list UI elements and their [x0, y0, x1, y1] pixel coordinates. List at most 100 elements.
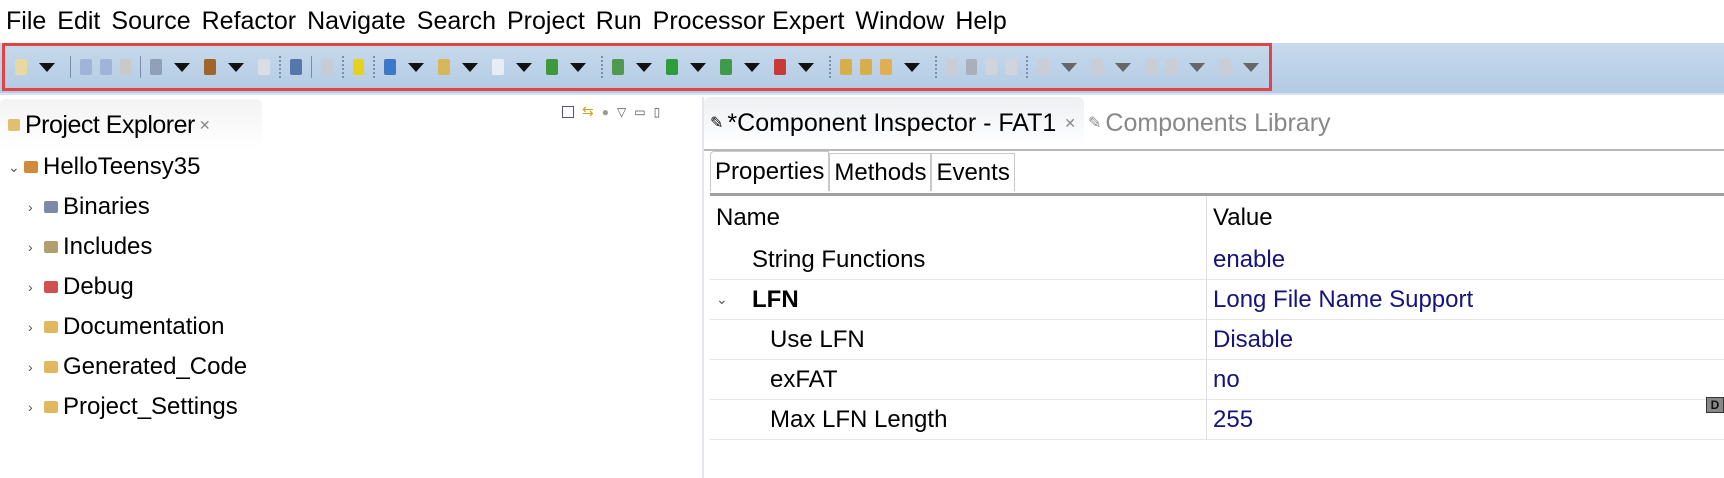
- tree-item[interactable]: › Generated_Code: [28, 347, 247, 387]
- table-row[interactable]: ⌄ LFN Long File Name Support: [710, 280, 1724, 320]
- subtab-properties[interactable]: Properties: [710, 151, 830, 191]
- property-value[interactable]: 255: [1207, 400, 1724, 439]
- tree-item-label: Debug: [63, 273, 134, 300]
- edit-disabled-icon[interactable]: [945, 59, 958, 75]
- tree-item[interactable]: ⌄ HelloTeensy35: [8, 147, 200, 187]
- tree-item[interactable]: › Documentation: [28, 307, 224, 347]
- menu-source[interactable]: Source: [111, 7, 190, 36]
- minimize-icon[interactable]: ▭: [634, 105, 645, 119]
- tree-item[interactable]: › Includes: [28, 227, 152, 267]
- property-value[interactable]: enable: [1207, 240, 1724, 279]
- chevron-down-icon[interactable]: ⌄: [8, 159, 24, 176]
- dropdown-arrow-icon[interactable]: [570, 62, 587, 72]
- link-editor-icon[interactable]: ⇆: [582, 103, 594, 120]
- menu-run[interactable]: Run: [596, 7, 642, 36]
- new-c-project-icon[interactable]: [384, 59, 397, 75]
- column-header-name[interactable]: Name: [710, 196, 1207, 240]
- chevron-right-icon[interactable]: ›: [28, 279, 44, 295]
- dropdown-arrow-icon[interactable]: [516, 62, 533, 72]
- dropdown-arrow-icon[interactable]: [462, 62, 479, 72]
- property-value[interactable]: Disable: [1207, 320, 1724, 359]
- dropdown-arrow-icon[interactable]: [1242, 62, 1259, 72]
- menu-navigate[interactable]: Navigate: [307, 7, 406, 36]
- subtab-events[interactable]: Events: [931, 153, 1015, 191]
- prev-annotation-icon[interactable]: [1091, 59, 1104, 75]
- dropdown-arrow-icon[interactable]: [174, 62, 191, 72]
- table-row[interactable]: exFAT no: [710, 360, 1724, 400]
- dropdown-arrow-icon[interactable]: [636, 62, 653, 72]
- dropdown-arrow-icon[interactable]: [1188, 62, 1205, 72]
- dropdown-arrow-icon[interactable]: [1061, 62, 1078, 72]
- open-folder-icon[interactable]: [859, 59, 872, 75]
- run-icon[interactable]: [666, 59, 678, 75]
- chevron-right-icon[interactable]: ›: [28, 319, 44, 335]
- tab-component-inspector[interactable]: ✎ *Component Inspector - FAT1 ✕: [704, 97, 1084, 149]
- menu-search[interactable]: Search: [417, 7, 496, 36]
- search-icon[interactable]: [879, 59, 892, 75]
- next-annotation-icon[interactable]: [1037, 59, 1050, 75]
- chevron-right-icon[interactable]: ›: [28, 359, 44, 375]
- open-type-icon[interactable]: [839, 59, 852, 75]
- mark-occurrences-icon[interactable]: [965, 59, 978, 75]
- table-row[interactable]: Use LFN Disable: [710, 320, 1724, 360]
- dropdown-arrow-icon[interactable]: [408, 62, 425, 72]
- table-row[interactable]: String Functions enable: [710, 240, 1724, 280]
- maximize-icon[interactable]: ▯: [654, 105, 661, 119]
- run-config-icon[interactable]: [720, 59, 732, 75]
- print-icon[interactable]: [119, 59, 132, 75]
- dropdown-arrow-icon[interactable]: [228, 62, 245, 72]
- tab-project-explorer[interactable]: Project Explorer ✕: [0, 99, 262, 151]
- external-tools-icon[interactable]: [773, 59, 786, 75]
- tree-item[interactable]: › Binaries: [28, 187, 150, 227]
- dropdown-arrow-icon[interactable]: [1115, 62, 1132, 72]
- debug-icon[interactable]: [612, 59, 625, 75]
- last-edit-icon[interactable]: [1145, 59, 1158, 75]
- step-icon[interactable]: [320, 59, 333, 75]
- menu-refactor[interactable]: Refactor: [202, 7, 296, 36]
- view-menu-icon[interactable]: ▽: [617, 105, 626, 119]
- property-value[interactable]: no: [1207, 360, 1724, 399]
- show-whitespace-icon[interactable]: [1005, 59, 1018, 75]
- menu-window[interactable]: Window: [855, 7, 944, 36]
- menu-processor-expert[interactable]: Processor Expert: [653, 7, 845, 36]
- build-config-icon[interactable]: [150, 59, 163, 75]
- chevron-right-icon[interactable]: ›: [28, 239, 44, 255]
- collapse-all-icon[interactable]: [562, 105, 574, 118]
- tree-item-label: Project_Settings: [63, 393, 238, 420]
- chevron-right-icon[interactable]: ›: [28, 399, 44, 415]
- new-class-icon[interactable]: [546, 59, 559, 75]
- chevron-down-icon[interactable]: ⌄: [716, 291, 732, 308]
- save-all-icon[interactable]: [99, 59, 112, 75]
- new-c-file-icon[interactable]: [492, 59, 505, 75]
- dropdown-arrow-icon[interactable]: [38, 62, 55, 72]
- menu-file[interactable]: File: [6, 7, 46, 36]
- hammer-build-icon[interactable]: [204, 59, 217, 75]
- menu-project[interactable]: Project: [507, 7, 585, 36]
- block-selection-icon[interactable]: [985, 59, 998, 75]
- tree-item[interactable]: › Debug: [28, 267, 134, 307]
- close-icon[interactable]: ✕: [1064, 115, 1076, 132]
- close-icon[interactable]: ✕: [199, 117, 211, 134]
- dropdown-arrow-icon[interactable]: [903, 62, 920, 72]
- skip-breakpoints-icon[interactable]: [289, 59, 302, 75]
- menu-edit[interactable]: Edit: [57, 7, 100, 36]
- new-icon[interactable]: [15, 59, 27, 75]
- binary-icon[interactable]: [258, 59, 270, 75]
- tree-item[interactable]: › Project_Settings: [28, 387, 238, 427]
- filter-icon[interactable]: ●: [602, 105, 609, 119]
- dropdown-arrow-icon[interactable]: [797, 62, 814, 72]
- forward-icon[interactable]: [1218, 59, 1231, 75]
- save-icon[interactable]: [79, 59, 92, 75]
- column-header-value[interactable]: Value: [1207, 196, 1724, 240]
- dropdown-arrow-icon[interactable]: [743, 62, 760, 72]
- chevron-right-icon[interactable]: ›: [28, 199, 44, 215]
- menu-help[interactable]: Help: [955, 7, 1006, 36]
- back-icon[interactable]: [1165, 59, 1177, 75]
- flash-icon[interactable]: [352, 59, 365, 75]
- new-folder-icon[interactable]: [438, 59, 451, 75]
- tab-components-library[interactable]: ✎ Components Library: [1088, 109, 1331, 138]
- subtab-methods[interactable]: Methods: [829, 153, 932, 191]
- table-row[interactable]: Max LFN Length 255: [710, 400, 1724, 440]
- property-value[interactable]: Long File Name Support: [1207, 280, 1724, 319]
- dropdown-arrow-icon[interactable]: [690, 62, 706, 72]
